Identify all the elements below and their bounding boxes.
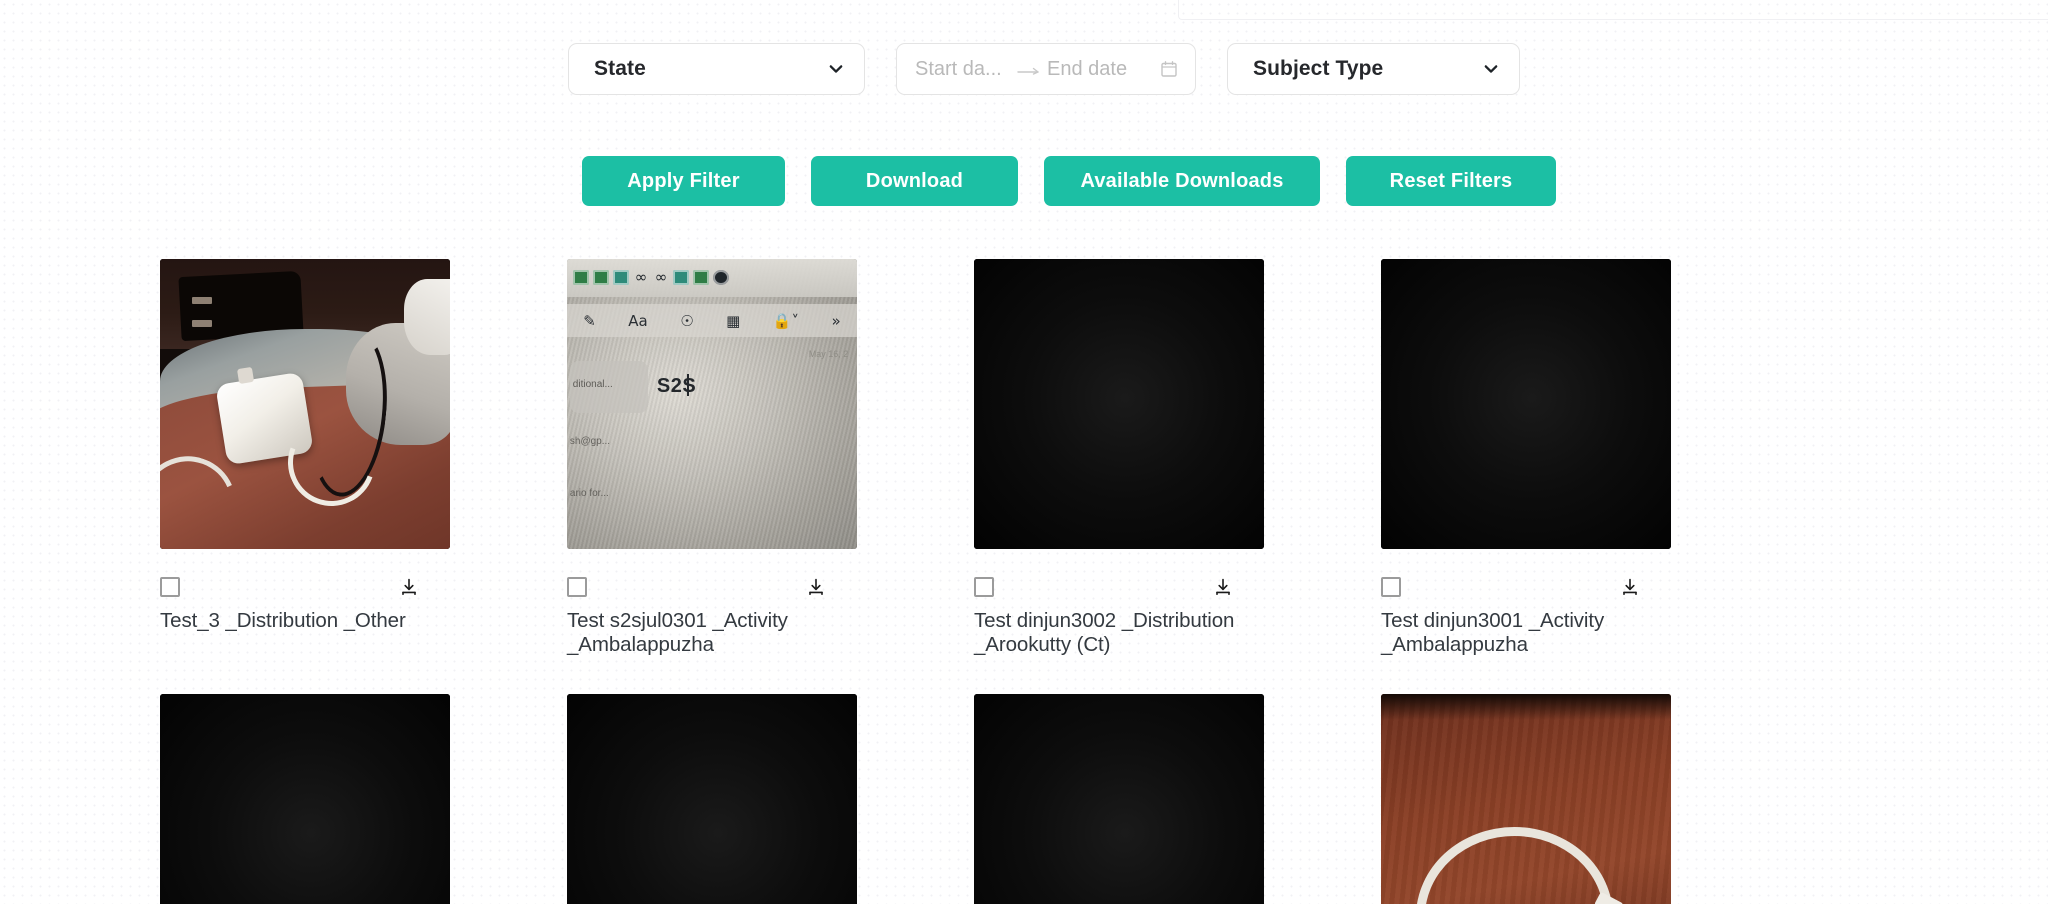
photo-dark-black [974,259,1264,549]
card-controls [567,576,857,598]
gallery-card: Test dinjun3002 _Distribution _Arookutty… [974,259,1264,657]
card-controls [1381,576,1671,598]
start-date-input[interactable]: Start da... [915,58,1013,81]
download-icon[interactable] [1619,576,1641,598]
download-button[interactable]: Download [811,156,1018,206]
photo-screen-line3: ario for... [569,488,609,500]
thumbnail-image[interactable] [567,693,857,904]
card-caption: Test dinjun3002 _Distribution _Arookutty… [974,609,1235,656]
photo-dark-black [567,693,857,904]
download-icon[interactable] [805,576,827,598]
select-checkbox[interactable] [974,577,994,597]
gallery-card [567,693,857,904]
photo-screen-title: S2S [656,375,697,397]
media-gallery-page: State Start da... End date Subject Type … [0,0,2048,904]
thumbnail-image[interactable] [974,259,1264,549]
apply-filter-button[interactable]: Apply Filter [582,156,785,206]
photo-dark-black [974,693,1264,904]
download-icon[interactable] [1212,576,1234,598]
card-caption: Test_3 _Distribution _Other [160,609,406,632]
photo-power-adapter-on-bed [160,259,450,549]
thumbnail-image[interactable] [1381,693,1671,904]
state-dropdown[interactable]: State [568,43,865,95]
photo-white-cable-on-wood [1381,693,1671,904]
action-button-row: Apply Filter Download Available Download… [582,156,1556,206]
top-right-panel-edge [1178,0,2048,20]
thumbnail-image[interactable] [974,693,1264,904]
calendar-icon[interactable] [1159,59,1179,79]
gallery-card: ∞ ∞ ✎ Aa ☉ ▦ 🔒˅» May 16, 2 ditional... S2S sh… [567,259,857,657]
state-dropdown-label: State [594,57,646,80]
select-checkbox[interactable] [1381,577,1401,597]
subject-type-dropdown-label: Subject Type [1253,57,1384,80]
thumbnail-image[interactable] [1381,259,1671,549]
chevron-down-icon [827,60,845,78]
media-gallery-grid: Test_3 _Distribution _Other ∞ ∞ ✎ Aa ☉ ▦ 🔒˅» … [160,259,1930,904]
card-controls [160,576,450,598]
photo-screen-line2: sh@gp... [569,435,611,447]
card-caption: Test dinjun3001 _Activity _Ambalappuzha [1381,609,1605,656]
thumbnail-image[interactable] [160,259,450,549]
available-downloads-button[interactable]: Available Downloads [1044,156,1320,206]
gallery-card [974,693,1264,904]
photo-dark-black [160,693,450,904]
date-range-separator-icon [1013,63,1047,75]
chevron-down-icon [1482,60,1500,78]
photo-dark-black [1381,259,1671,549]
gallery-card: Test dinjun3001 _Activity _Ambalappuzha [1381,259,1671,657]
gallery-card [1381,693,1671,904]
reset-filters-button[interactable]: Reset Filters [1346,156,1556,206]
photo-screen-line1: ditional... [572,379,613,391]
select-checkbox[interactable] [567,577,587,597]
download-icon[interactable] [398,576,420,598]
subject-type-dropdown[interactable]: Subject Type [1227,43,1520,95]
gallery-card: Test_3 _Distribution _Other [160,259,450,657]
photo-screen-toolbar: ∞ ∞ [567,259,857,297]
photo-of-screen-document-editor: ∞ ∞ ✎ Aa ☉ ▦ 🔒˅» May 16, 2 ditional... S2S sh… [567,259,857,549]
thumbnail-image[interactable]: ∞ ∞ ✎ Aa ☉ ▦ 🔒˅» May 16, 2 ditional... S2S sh… [567,259,857,549]
gallery-card: Test dinjun3001 _Activity _Ambalappuzha [160,693,450,904]
filter-bar: State Start da... End date Subject Type [568,43,1520,95]
card-caption: Test s2sjul0301 _Activity _Ambalappuzha [567,609,788,656]
end-date-input[interactable]: End date [1047,58,1159,81]
photo-screen-format-toolbar: ✎ Aa ☉ ▦ 🔒˅» [567,303,857,338]
card-controls [974,576,1264,598]
photo-screen-date: May 16, 2 [808,348,849,359]
thumbnail-image[interactable] [160,693,450,904]
select-checkbox[interactable] [160,577,180,597]
date-range-picker[interactable]: Start da... End date [896,43,1196,95]
